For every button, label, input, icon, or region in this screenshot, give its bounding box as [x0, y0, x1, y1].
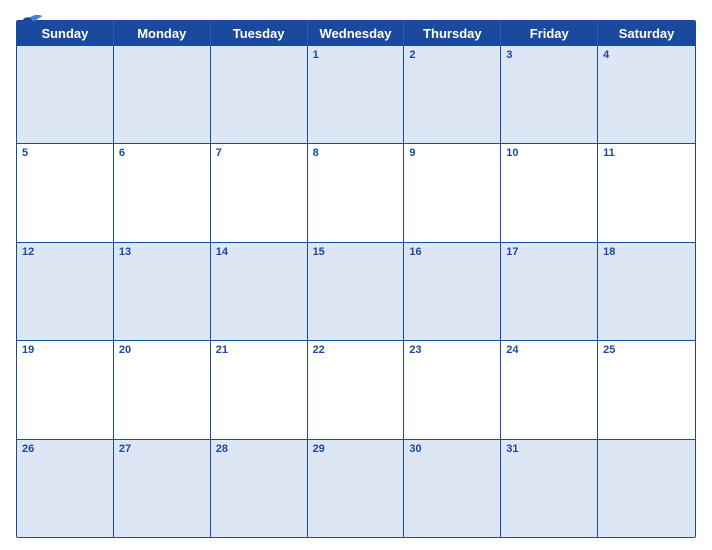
day-number: 23 [409, 344, 495, 356]
day-cell-24: 24 [501, 341, 598, 438]
day-number: 10 [506, 147, 592, 159]
week-row-5: 26 27 28 29 30 31 [17, 439, 695, 537]
day-number: 17 [506, 246, 592, 258]
day-cell-22: 22 [308, 341, 405, 438]
day-header-wednesday: Wednesday [308, 21, 405, 46]
day-number: 3 [506, 49, 592, 61]
day-cell-8: 8 [308, 144, 405, 241]
weeks-container: 1234567891011121314151617181920212223242… [17, 46, 695, 537]
day-number: 5 [22, 147, 108, 159]
week-row-4: 19 20 21 22 23 24 25 [17, 340, 695, 438]
day-number: 18 [603, 246, 690, 258]
day-cell-31: 31 [501, 440, 598, 537]
day-number: 12 [22, 246, 108, 258]
calendar-grid: SundayMondayTuesdayWednesdayThursdayFrid… [16, 20, 696, 538]
day-cell-18: 18 [598, 243, 695, 340]
day-number: 30 [409, 443, 495, 455]
day-cell-empty [114, 46, 211, 143]
day-number: 15 [313, 246, 399, 258]
day-cell-21: 21 [211, 341, 308, 438]
calendar-page: SundayMondayTuesdayWednesdayThursdayFrid… [0, 0, 712, 550]
day-number: 19 [22, 344, 108, 356]
day-cell-empty [211, 46, 308, 143]
day-number: 22 [313, 344, 399, 356]
day-cell-2: 2 [404, 46, 501, 143]
day-number: 4 [603, 49, 690, 61]
day-cell-15: 15 [308, 243, 405, 340]
day-cell-29: 29 [308, 440, 405, 537]
logo-bird-icon [16, 12, 44, 30]
day-number: 14 [216, 246, 302, 258]
day-cell-23: 23 [404, 341, 501, 438]
week-row-2: 56789 10 11 [17, 143, 695, 241]
day-cell-5: 5 [17, 144, 114, 241]
day-cell-14: 14 [211, 243, 308, 340]
day-cell-17: 17 [501, 243, 598, 340]
day-cell-9: 9 [404, 144, 501, 241]
day-number: 13 [119, 246, 205, 258]
day-cell-28: 28 [211, 440, 308, 537]
day-cell-3: 3 [501, 46, 598, 143]
day-number: 8 [313, 147, 399, 159]
day-cell-30: 30 [404, 440, 501, 537]
day-number: 1 [313, 49, 399, 61]
day-header-monday: Monday [114, 21, 211, 46]
logo [16, 12, 44, 31]
day-cell-10: 10 [501, 144, 598, 241]
day-cell-4: 4 [598, 46, 695, 143]
day-number: 29 [313, 443, 399, 455]
day-cell-19: 19 [17, 341, 114, 438]
day-cell-12: 12 [17, 243, 114, 340]
week-row-3: 12 13 14 15 16 17 18 [17, 242, 695, 340]
day-number: 9 [409, 147, 495, 159]
week-row-1: 1234 [17, 46, 695, 143]
day-cell-empty [17, 46, 114, 143]
day-header-friday: Friday [501, 21, 598, 46]
day-cell-20: 20 [114, 341, 211, 438]
day-cell-6: 6 [114, 144, 211, 241]
day-cell-13: 13 [114, 243, 211, 340]
day-cell-1: 1 [308, 46, 405, 143]
day-number: 7 [216, 147, 302, 159]
day-number: 11 [603, 147, 690, 159]
day-number: 24 [506, 344, 592, 356]
day-header-thursday: Thursday [404, 21, 501, 46]
day-cell-25: 25 [598, 341, 695, 438]
day-cell-27: 27 [114, 440, 211, 537]
day-number: 25 [603, 344, 690, 356]
day-headers-row: SundayMondayTuesdayWednesdayThursdayFrid… [17, 21, 695, 46]
day-cell-11: 11 [598, 144, 695, 241]
day-cell-16: 16 [404, 243, 501, 340]
day-cell-26: 26 [17, 440, 114, 537]
day-number: 2 [409, 49, 495, 61]
day-header-saturday: Saturday [598, 21, 695, 46]
day-number: 27 [119, 443, 205, 455]
day-number: 6 [119, 147, 205, 159]
day-number: 28 [216, 443, 302, 455]
day-number: 26 [22, 443, 108, 455]
day-header-tuesday: Tuesday [211, 21, 308, 46]
day-number: 16 [409, 246, 495, 258]
day-number: 20 [119, 344, 205, 356]
day-cell-7: 7 [211, 144, 308, 241]
day-number: 31 [506, 443, 592, 455]
day-cell-empty [598, 440, 695, 537]
day-number: 21 [216, 344, 302, 356]
